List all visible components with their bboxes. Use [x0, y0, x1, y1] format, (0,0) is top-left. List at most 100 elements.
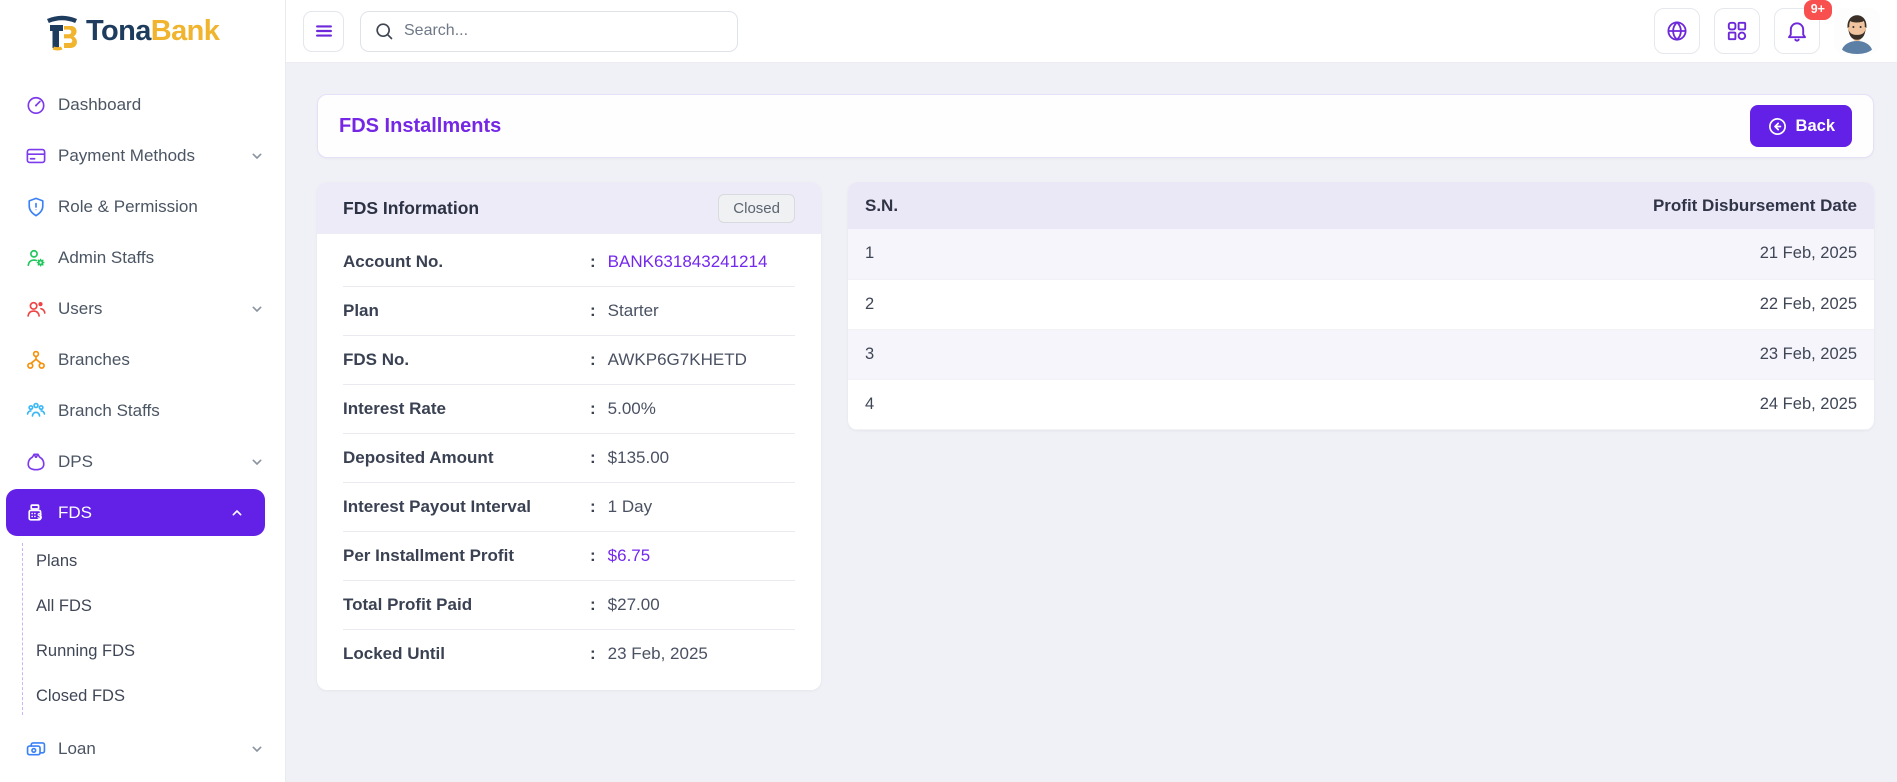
sidebar-item-fds[interactable]: $ FDS [6, 489, 265, 536]
field-colon: : [590, 350, 596, 370]
column-header-sn: S.N. [848, 182, 1074, 229]
sidebar-item-dps[interactable]: DPS [0, 436, 285, 487]
sidebar-item-label: Users [58, 299, 238, 319]
sidebar-item-branches[interactable]: Branches [0, 334, 285, 385]
branch-staff-icon [25, 400, 47, 422]
brand-name-second: Bank [151, 15, 220, 47]
sidebar-subitem-closed-fds[interactable]: Closed FDS [0, 674, 285, 719]
page-title: FDS Installments [339, 115, 501, 138]
info-field-interest-payout-interval: Interest Payout Interval:1 Day [343, 483, 795, 532]
field-colon: : [590, 301, 596, 321]
info-field-plan: Plan:Starter [343, 287, 795, 336]
status-badge: Closed [718, 194, 795, 223]
brand-logo[interactable]: TonaBank [0, 0, 285, 63]
field-label: Locked Until [343, 644, 590, 664]
field-value[interactable]: BANK631843241214 [608, 252, 768, 272]
field-label: FDS No. [343, 350, 590, 370]
fds-information-title: FDS Information [343, 198, 479, 219]
cell-date: 24 Feb, 2025 [1074, 379, 1875, 429]
sidebar-item-label: Role & Permission [58, 197, 265, 217]
table-row: 424 Feb, 2025 [848, 379, 1874, 429]
svg-text:$: $ [37, 511, 42, 521]
field-value[interactable]: $6.75 [608, 546, 651, 566]
sidebar-item-label: Dashboard [58, 95, 265, 115]
fds-information-body: Account No.: BANK631843241214 Plan:Starter… [317, 234, 821, 690]
users-icon [25, 298, 47, 320]
field-value: $135.00 [608, 448, 669, 468]
field-label: Plan [343, 301, 590, 321]
field-value: 1 Day [608, 497, 652, 517]
sidebar-item-payment-methods[interactable]: Payment Methods [0, 130, 285, 181]
sidebar-item-label: FDS [58, 503, 218, 523]
field-label: Account No. [343, 252, 590, 272]
sidebar: TonaBank Dashboard Payment Methods Role & … [0, 0, 286, 782]
sidebar-subitem-all-fds[interactable]: All FDS [0, 584, 285, 629]
sidebar-item-label: Payment Methods [58, 146, 238, 166]
sidebar-item-users[interactable]: Users [0, 283, 285, 334]
sidebar-item-role-permission[interactable]: Role & Permission [0, 181, 285, 232]
chevron-down-icon [249, 741, 265, 757]
field-colon: : [590, 595, 596, 615]
sidebar-item-label: DPS [58, 452, 238, 472]
column-header-date: Profit Disbursement Date [1074, 182, 1875, 229]
sidebar-item-branch-staffs[interactable]: Branch Staffs [0, 385, 285, 436]
money-bag-icon [25, 451, 47, 473]
table-row: 222 Feb, 2025 [848, 279, 1874, 329]
sidebar-item-label: Branches [58, 350, 265, 370]
sidebar-item-admin-staffs[interactable]: Admin Staffs [0, 232, 285, 283]
credit-card-icon [25, 145, 47, 167]
info-field-total-profit-paid: Total Profit Paid:$27.00 [343, 581, 795, 630]
field-label: Interest Payout Interval [343, 497, 590, 517]
search-input[interactable] [404, 22, 724, 40]
sidebar-menu: Dashboard Payment Methods Role & Permissio… [0, 63, 285, 782]
field-label: Interest Rate [343, 399, 590, 419]
dashboard-icon [25, 94, 47, 116]
field-label: Total Profit Paid [343, 595, 590, 615]
notifications-button[interactable]: 9+ [1774, 8, 1820, 54]
brand-name: TonaBank [86, 15, 219, 48]
admin-staff-icon [25, 247, 47, 269]
chevron-down-icon [249, 301, 265, 317]
right-column: 9+ FDS Installments [286, 0, 1897, 782]
field-colon: : [590, 497, 596, 517]
table-row: 121 Feb, 2025 [848, 229, 1874, 279]
field-value: 5.00% [608, 399, 656, 419]
field-colon: : [590, 252, 596, 272]
field-colon: : [590, 546, 596, 566]
table-row: 323 Feb, 2025 [848, 329, 1874, 379]
sidebar-item-loan[interactable]: Loan [0, 723, 285, 774]
chevron-down-icon [249, 148, 265, 164]
page-header-card: FDS Installments Back [317, 94, 1874, 158]
loan-icon [25, 738, 47, 760]
field-colon: : [590, 399, 596, 419]
fds-register-icon: $ [25, 502, 47, 524]
topbar-right: 9+ [1654, 8, 1880, 54]
apps-button[interactable] [1714, 8, 1760, 54]
chevron-down-icon [249, 454, 265, 470]
info-field-account-no: Account No.: BANK631843241214 [343, 238, 795, 287]
brand-name-first: Tona [86, 15, 151, 47]
field-colon: : [590, 448, 596, 468]
chevron-up-icon [229, 505, 245, 521]
bell-icon [1785, 19, 1809, 43]
apps-grid-icon [1725, 19, 1749, 43]
language-button[interactable] [1654, 8, 1700, 54]
cell-date: 21 Feb, 2025 [1074, 229, 1875, 279]
sidebar-subitem-plans[interactable]: Plans [0, 539, 285, 584]
sidebar-submenu-fds: PlansAll FDSRunning FDSClosed FDS [0, 539, 285, 719]
info-field-deposited-amount: Deposited Amount:$135.00 [343, 434, 795, 483]
cell-date: 22 Feb, 2025 [1074, 279, 1875, 329]
back-button[interactable]: Back [1750, 105, 1852, 147]
user-avatar[interactable] [1834, 8, 1880, 54]
tonabank-logo-icon [42, 12, 82, 52]
globe-icon [1665, 19, 1689, 43]
avatar-image [1834, 8, 1880, 54]
sidebar-toggle-button[interactable] [303, 11, 344, 52]
sidebar-item-label: Loan [58, 739, 238, 759]
cell-sn: 1 [848, 229, 1074, 279]
cell-sn: 3 [848, 329, 1074, 379]
sidebar-item-dashboard[interactable]: Dashboard [0, 79, 285, 130]
sidebar-subitem-running-fds[interactable]: Running FDS [0, 629, 285, 674]
back-button-label: Back [1796, 117, 1835, 136]
field-colon: : [590, 644, 596, 664]
